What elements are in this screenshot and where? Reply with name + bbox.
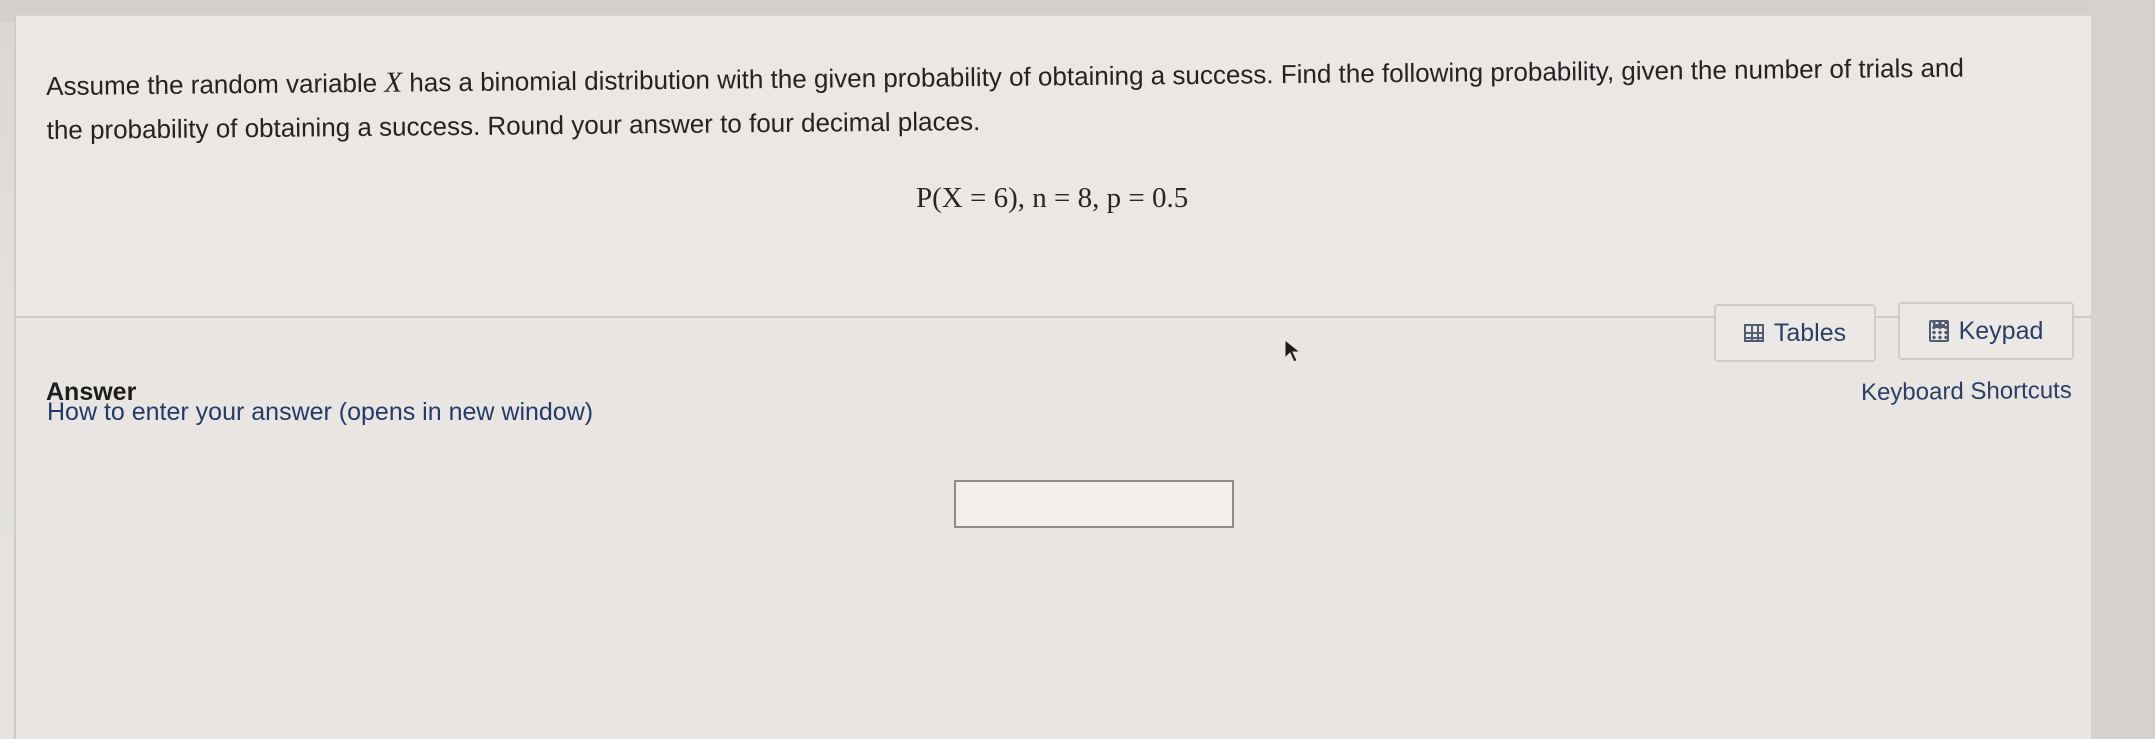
random-variable: X	[384, 66, 403, 99]
mouse-cursor-icon	[1284, 338, 1302, 363]
question-text-line2: the probability of obtaining a success. …	[46, 106, 981, 145]
question-panel: Assume the random variable X has a binom…	[14, 14, 2091, 739]
question-text-start: Assume the random variable	[46, 67, 385, 101]
tables-button-label: Tables	[1773, 318, 1847, 347]
answer-input[interactable]	[954, 480, 1234, 528]
keypad-button[interactable]: Keypad	[1898, 302, 2074, 360]
tables-button[interactable]: Tables	[1714, 304, 1876, 362]
question-text: Assume the random variable X has a binom…	[46, 45, 2077, 152]
probability-formula: P(X = 6), n = 8, p = 0.5	[916, 182, 1189, 214]
calculator-icon	[1928, 320, 1949, 342]
keypad-button-label: Keypad	[1958, 316, 2044, 345]
question-text-line1: has a binomial distribution with the giv…	[401, 52, 1965, 98]
how-to-enter-answer-link[interactable]: How to enter your answer (opens in new w…	[47, 398, 593, 427]
screen: Assume the random variable X has a binom…	[0, 0, 2155, 739]
question-area: Assume the random variable X has a binom…	[16, 16, 2091, 318]
right-margin	[2087, 0, 2155, 739]
keyboard-shortcuts-link[interactable]: Keyboard Shortcuts	[1861, 377, 2072, 407]
table-grid-icon	[1743, 324, 1764, 342]
